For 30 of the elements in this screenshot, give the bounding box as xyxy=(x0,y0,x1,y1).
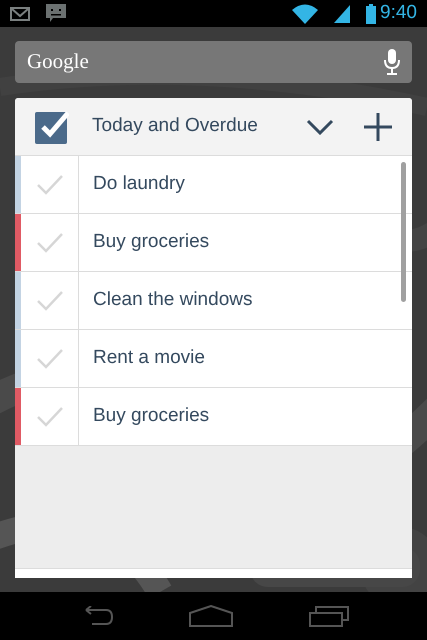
search-field[interactable]: Google xyxy=(15,41,412,83)
task-row[interactable]: Do laundry xyxy=(15,156,412,214)
task-name: Clean the windows xyxy=(93,288,252,312)
mail-icon xyxy=(10,6,30,20)
task-name: Buy groceries xyxy=(93,230,210,254)
task-row[interactable]: Rent a movie xyxy=(15,330,412,388)
home-icon[interactable] xyxy=(189,605,234,627)
check-icon[interactable] xyxy=(36,406,62,426)
chat-icon xyxy=(46,4,66,23)
signal-icon xyxy=(334,4,350,22)
wifi-icon xyxy=(292,4,318,24)
check-icon[interactable] xyxy=(36,348,62,368)
plus-icon[interactable] xyxy=(364,112,392,140)
task-row[interactable]: Clean the windows xyxy=(15,272,412,330)
chevron-down-icon[interactable] xyxy=(306,118,334,134)
recent-apps-icon[interactable] xyxy=(309,605,350,627)
task-name: Do laundry xyxy=(93,172,185,196)
microphone-icon[interactable] xyxy=(384,49,400,75)
search-placeholder: Google xyxy=(27,48,90,76)
checkbox-logo-icon[interactable] xyxy=(35,110,69,144)
check-icon[interactable] xyxy=(36,174,62,194)
task-row[interactable]: Buy groceries xyxy=(15,214,412,272)
task-row[interactable]: Buy groceries xyxy=(15,388,412,446)
task-name: Rent a movie xyxy=(93,346,205,370)
widget-title[interactable]: Today and Overdue xyxy=(92,112,306,141)
clock-time: 9:40 xyxy=(380,1,417,26)
task-name: Buy groceries xyxy=(93,404,210,428)
check-icon[interactable] xyxy=(36,232,62,252)
check-icon[interactable] xyxy=(36,290,62,310)
battery-icon xyxy=(366,4,376,24)
